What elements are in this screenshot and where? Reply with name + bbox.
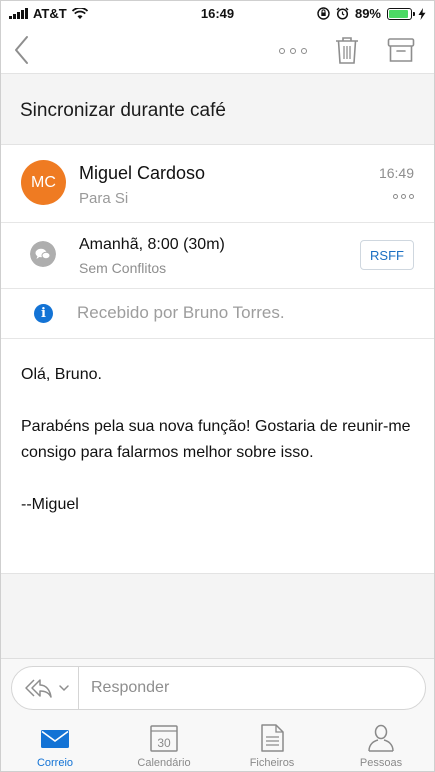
message-body: Olá, Bruno. Parabéns pela sua nova funçã… [21,362,416,544]
tab-files[interactable]: Ficheiros [218,723,326,771]
tab-calendar[interactable]: 30 Calendário [110,723,218,771]
reply-divider [78,667,79,709]
sender-name: Miguel Cardoso [79,163,206,183]
avatar[interactable]: MC [21,160,66,205]
recipient-label: Para Si [79,190,129,207]
reply-input[interactable]: Responder [91,679,169,697]
more-icon[interactable] [279,45,311,57]
tab-bar: Correio 30 Calendário Ficheiros Pessoas [1,718,434,771]
people-icon [368,724,394,752]
tab-calendar-label: Calendário [137,757,191,769]
message-toolbar [1,27,434,73]
message-signature: --Miguel [21,496,79,513]
email-subject: Sincronizar durante café [20,100,226,121]
orientation-lock-icon [317,7,330,20]
message-more-icon[interactable] [393,194,414,199]
sent-time: 16:49 [378,165,414,181]
rsvp-button[interactable]: RSFF [360,240,414,270]
battery-icon [387,7,415,20]
calendar-icon: 30 [150,725,178,752]
status-bar: AT&T 16:49 89% [1,1,434,27]
sender-header[interactable]: MC Miguel Cardoso Para Si 16:49 [1,145,434,223]
tab-mail-label: Correio [36,757,74,769]
message-footer-area [1,573,434,658]
info-icon: i [34,304,53,323]
meeting-conflicts: Sem Conflitos [79,260,167,276]
battery-percent: 89% [354,6,381,21]
chat-bubble-icon [30,241,56,267]
files-icon [261,724,284,752]
reply-bar: Responder [1,658,434,718]
reply-all-icon[interactable] [20,676,54,700]
message-paragraph: Parabéns pela sua nova função! Gostaria … [21,418,411,461]
tab-files-label: Ficheiros [249,757,295,769]
message-greeting: Olá, Bruno. [21,366,102,383]
meeting-invite-row[interactable]: Amanhã, 8:00 (30m) Sem Conflitos RSFF [1,223,434,289]
trash-icon[interactable] [334,35,360,65]
tab-people-label: Pessoas [359,757,403,769]
alarm-icon [336,7,349,20]
received-by-text: Recebido por Bruno Torres. [77,303,285,322]
tab-people[interactable]: Pessoas [327,723,434,771]
chevron-down-icon[interactable] [58,681,70,695]
meeting-time: Amanhã, 8:00 (30m) [79,236,225,253]
archive-icon[interactable] [387,37,415,63]
mail-icon [41,730,69,748]
subject-bar: Sincronizar durante café [1,73,434,145]
tab-mail[interactable]: Correio [1,723,109,771]
received-by-row: i Recebido por Bruno Torres. [1,289,434,339]
back-chevron-icon[interactable] [11,33,33,67]
email-screen: AT&T 16:49 89% Sincronizar durante café … [0,0,435,772]
charging-icon [418,7,426,20]
calendar-day: 30 [157,736,171,750]
reply-field[interactable]: Responder [11,666,426,710]
